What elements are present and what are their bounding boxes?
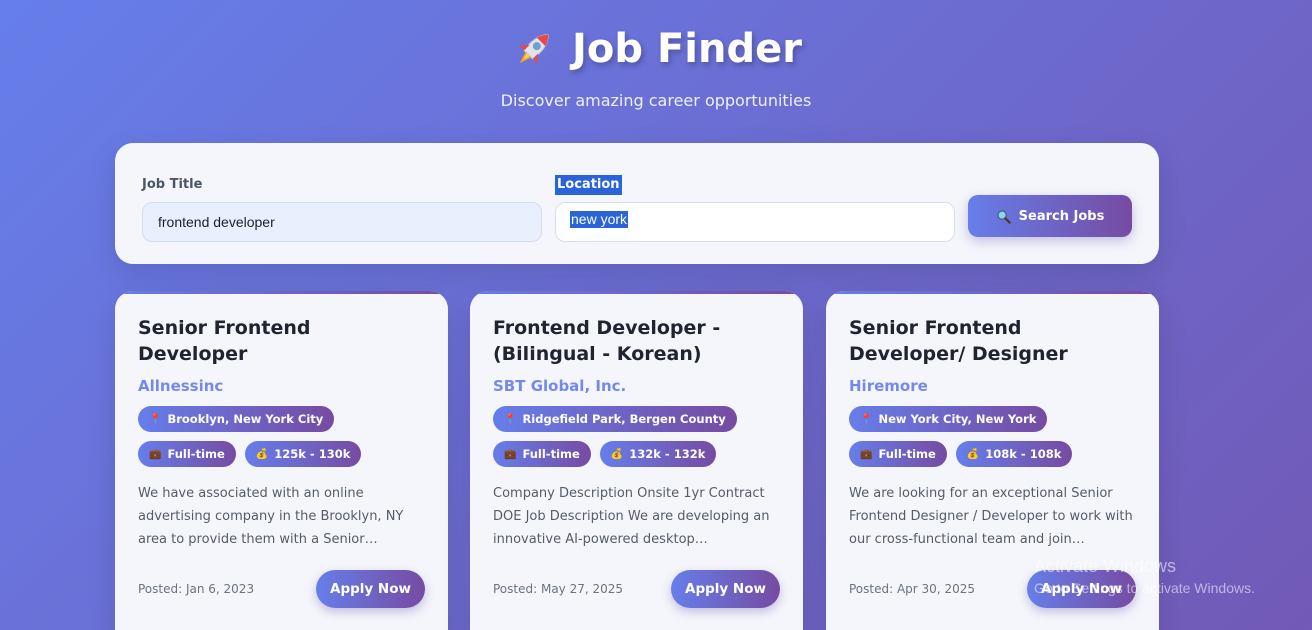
money-bag-icon: 💰 <box>610 448 624 460</box>
job-card: Senior Frontend Developer Allnessinc 📍 Br… <box>115 291 448 630</box>
pin-icon: 📍 <box>149 413 162 425</box>
salary-tag: 💰 125k - 130k <box>244 441 362 467</box>
location-input-selected-text: new york <box>570 211 629 228</box>
salary-text: 125k - 130k <box>274 447 351 461</box>
job-title: Frontend Developer - (Bilingual - Korean… <box>493 317 721 365</box>
job-description: We are looking for an exceptional Senior… <box>849 486 1133 547</box>
location-text: Ridgefield Park, Bergen County <box>522 412 726 426</box>
salary-text: 108k - 108k <box>985 447 1062 461</box>
card-footer: Posted: May 27, 2025 Apply Now <box>493 570 780 608</box>
briefcase-icon: 💼 <box>149 448 162 460</box>
posted-date: Posted: Apr 30, 2025 <box>849 582 975 596</box>
job-card: Frontend Developer - (Bilingual - Korean… <box>470 291 803 630</box>
company-name: SBT Global, Inc. <box>493 377 627 395</box>
salary-tag: 💰 108k - 108k <box>955 441 1073 467</box>
location-tag: 📍 Brooklyn, New York City <box>138 406 335 432</box>
search-jobs-label: Search Jobs <box>1018 208 1105 224</box>
location-text: New York City, New York <box>878 412 1037 426</box>
location-tag: 📍 New York City, New York <box>849 406 1048 432</box>
salary-text: 132k - 132k <box>629 447 706 461</box>
salary-tag: 💰 132k - 132k <box>599 441 717 467</box>
posted-date: Posted: Jan 6, 2023 <box>138 582 255 596</box>
card-footer: Posted: Jan 6, 2023 Apply Now <box>138 570 425 608</box>
app-title: Job Finder <box>510 22 802 76</box>
search-panel: Job Title Location new york Search Jobs <box>115 143 1159 264</box>
job-tags: 📍 Brooklyn, New York City 💼 Full-time 💰 125… <box>138 406 428 467</box>
location-label: Location <box>555 175 622 195</box>
job-type-tag: 💼 Full-time <box>493 441 591 467</box>
app-title-text: Job Finder <box>572 26 802 72</box>
rocket-icon <box>518 34 549 65</box>
apply-now-button[interactable]: Apply Now <box>1027 570 1136 608</box>
apply-now-button[interactable]: Apply Now <box>316 570 425 608</box>
job-type-text: Full-time <box>878 447 936 461</box>
pin-icon: 📍 <box>860 413 873 425</box>
company-name: Hiremore <box>849 377 928 395</box>
magnifier-icon <box>996 209 1011 224</box>
location-text: Brooklyn, New York City <box>167 412 324 426</box>
job-type-tag: 💼 Full-time <box>849 441 947 467</box>
job-card: Senior Frontend Developer/ Designer Hire… <box>826 291 1159 630</box>
job-type-text: Full-time <box>167 447 225 461</box>
job-type-text: Full-time <box>522 447 580 461</box>
location-field: Location new york <box>555 173 955 242</box>
job-description: Company Description Onsite 1yr Contract … <box>493 486 770 547</box>
job-type-tag: 💼 Full-time <box>138 441 236 467</box>
job-title: Senior Frontend Developer/ Designer <box>849 317 1068 365</box>
job-title-input[interactable] <box>142 202 542 242</box>
money-bag-icon: 💰 <box>255 448 269 460</box>
page-header: Job Finder Discover amazing career oppor… <box>0 0 1312 110</box>
money-bag-icon: 💰 <box>966 448 980 460</box>
job-title: Senior Frontend Developer <box>138 317 311 365</box>
card-footer: Posted: Apr 30, 2025 Apply Now <box>849 570 1136 608</box>
location-tag: 📍 Ridgefield Park, Bergen County <box>493 406 737 432</box>
app-subtitle: Discover amazing career opportunities <box>500 91 812 110</box>
job-tags: 📍 Ridgefield Park, Bergen County 💼 Full-ti… <box>493 406 783 467</box>
posted-date: Posted: May 27, 2025 <box>493 582 624 596</box>
job-description: We have associated with an online advert… <box>138 486 404 547</box>
pin-icon: 📍 <box>504 413 517 425</box>
job-title-label: Job Title <box>142 177 203 192</box>
job-tags: 📍 New York City, New York 💼 Full-time 💰 108… <box>849 406 1139 467</box>
apply-now-button[interactable]: Apply Now <box>671 570 780 608</box>
briefcase-icon: 💼 <box>504 448 517 460</box>
briefcase-icon: 💼 <box>860 448 873 460</box>
search-jobs-button[interactable]: Search Jobs <box>968 195 1132 237</box>
job-title-field: Job Title <box>142 173 542 242</box>
company-name: Allnessinc <box>138 377 224 395</box>
